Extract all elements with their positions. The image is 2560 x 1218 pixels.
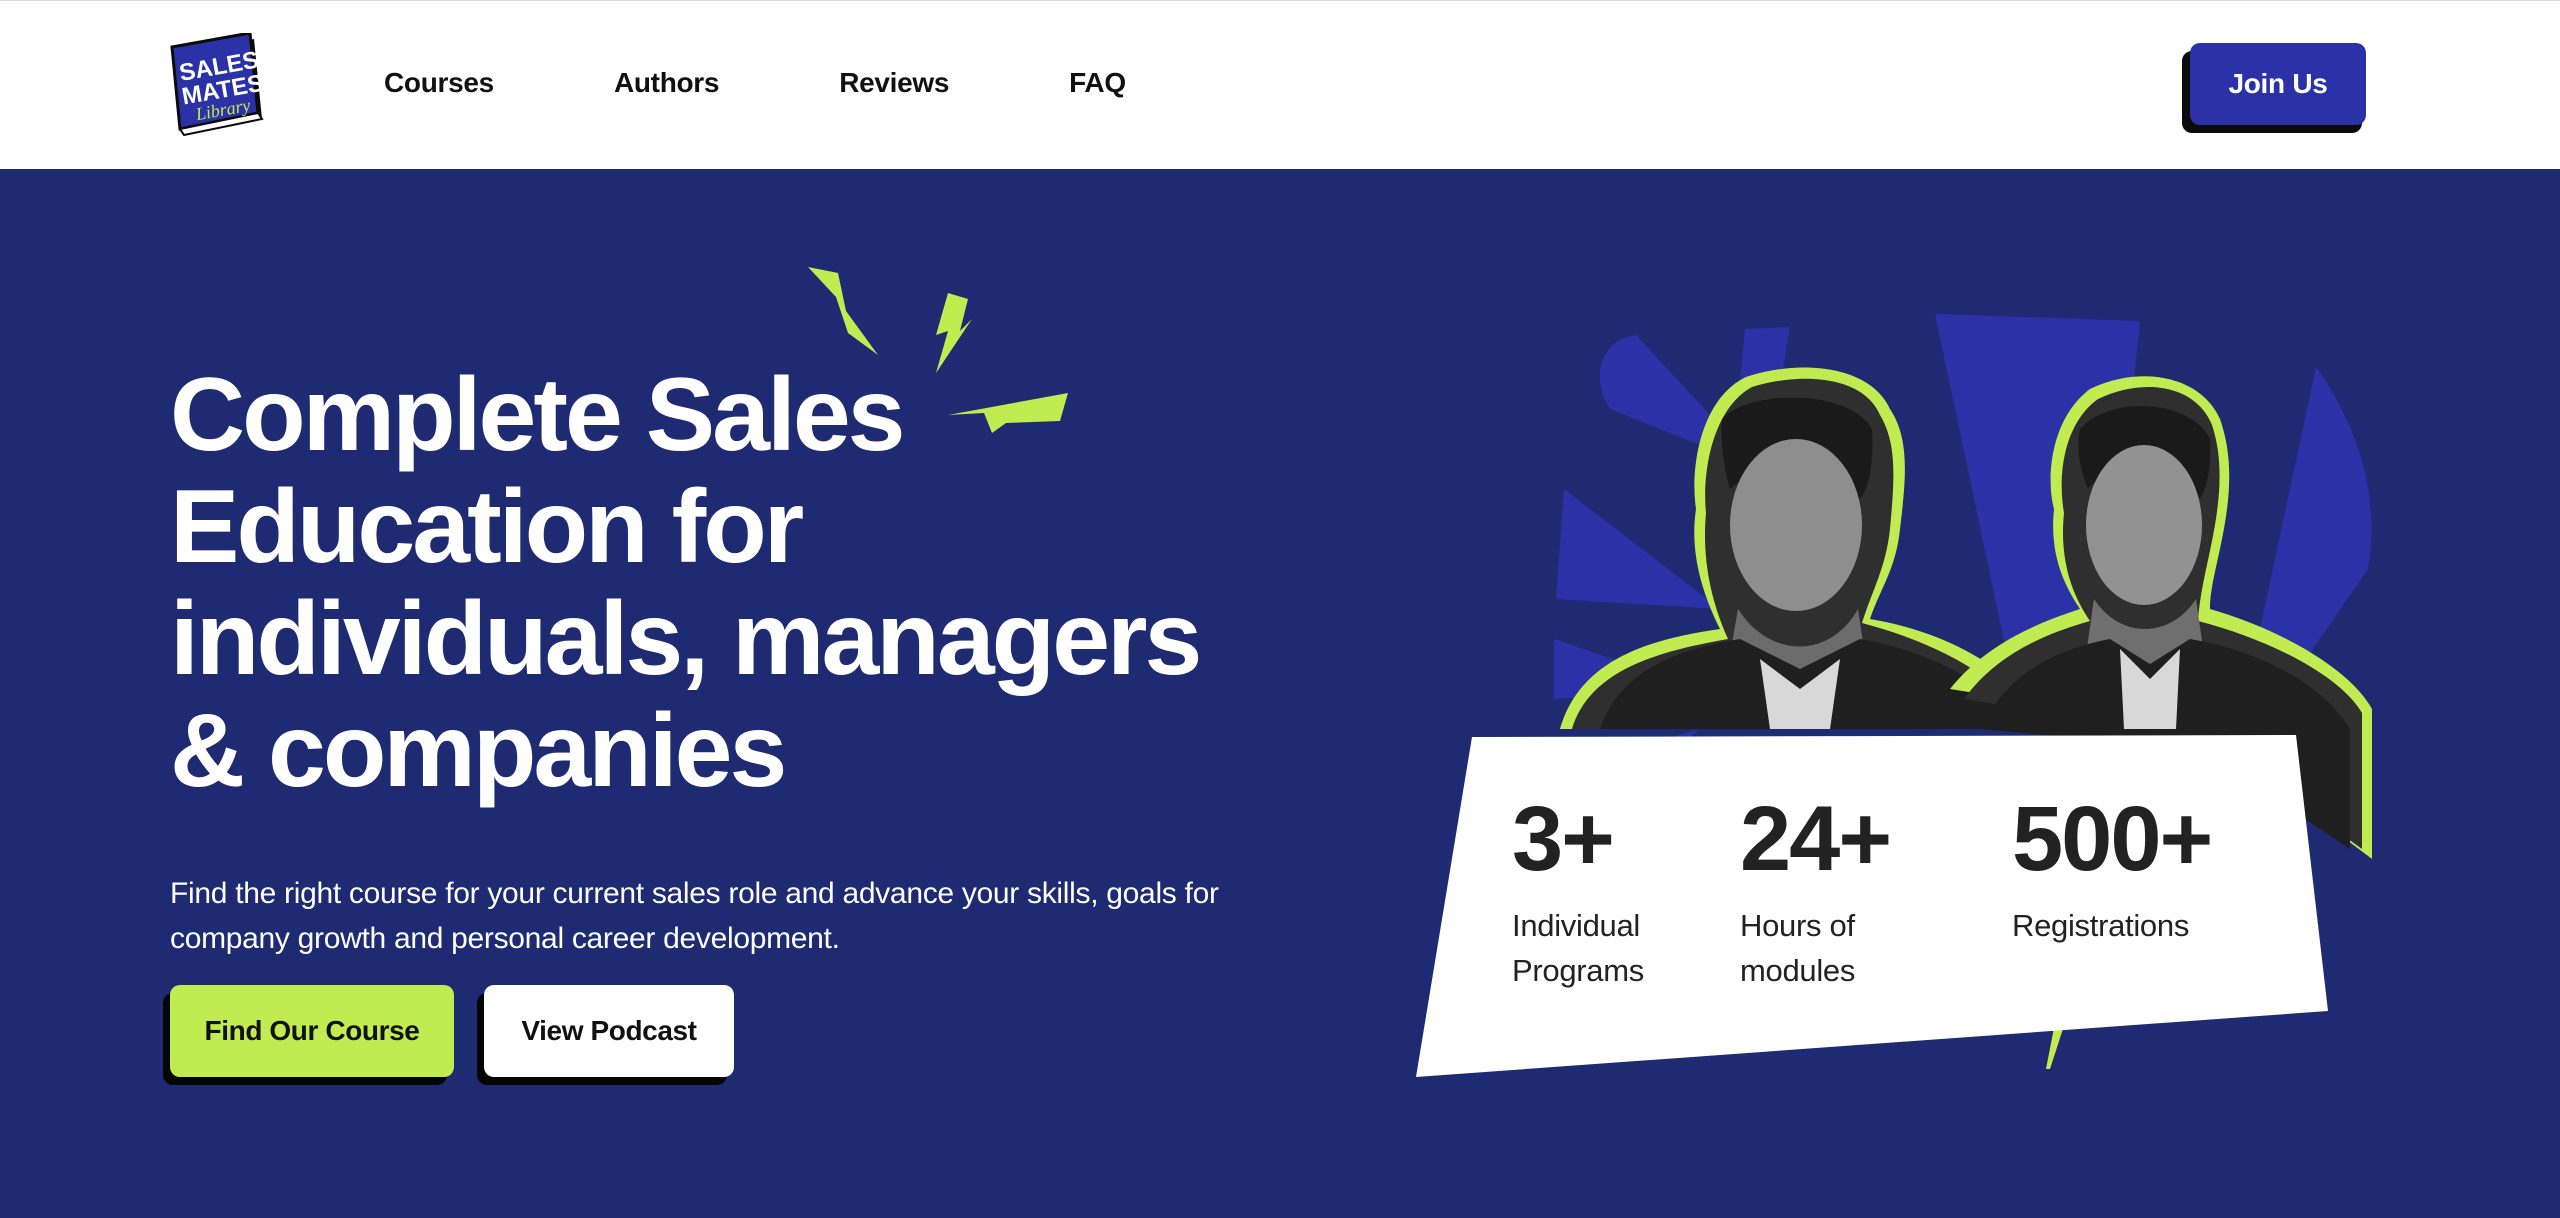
site-header: SALES MATES Library Courses Authors Revi… (0, 0, 2560, 169)
hero-headline: Complete Sales Education for individuals… (170, 359, 1270, 807)
stat-value: 24+ (1740, 788, 1892, 890)
main-nav: Courses Authors Reviews FAQ (384, 67, 1246, 99)
find-our-course-button[interactable]: Find Our Course (170, 985, 454, 1077)
stat-label: Individual Programs (1512, 908, 1644, 988)
headline-line: Complete Sales (170, 357, 906, 473)
logo-book-icon[interactable]: SALES MATES Library (170, 33, 266, 139)
find-course-wrapper: Find Our Course (163, 985, 454, 1085)
join-us-button[interactable]: Join Us (2190, 43, 2366, 125)
stat-label: Hours of modules (1740, 908, 1856, 988)
hero-section: Complete Sales Education for individuals… (0, 169, 2560, 1218)
hero-subtext: Find the right course for your current s… (170, 877, 1219, 955)
view-podcast-button[interactable]: View Podcast (484, 985, 734, 1077)
lightning-bolt-icon (808, 267, 878, 355)
headline-line: individuals, managers (170, 581, 1202, 697)
stat-item: 3+ Individual Programs (1512, 789, 1672, 993)
stat-item: 24+ Hours of modules (1740, 789, 1900, 993)
headline-line: & companies (170, 693, 787, 809)
stat-value: 500+ (2012, 788, 2213, 890)
stat-value: 3+ (1512, 788, 1615, 890)
nav-link-reviews[interactable]: Reviews (839, 67, 949, 99)
nav-link-courses[interactable]: Courses (384, 67, 494, 99)
headline-line: Education for (170, 469, 804, 585)
stat-item: 500+ Registrations (2012, 789, 2272, 948)
stat-label: Registrations (2012, 908, 2190, 943)
view-podcast-wrapper: View Podcast (477, 985, 734, 1085)
nav-link-authors[interactable]: Authors (614, 67, 720, 99)
authors-artwork (1416, 314, 2372, 1077)
join-us-wrapper: Join Us (2182, 43, 2366, 133)
nav-link-faq[interactable]: FAQ (1069, 67, 1126, 99)
